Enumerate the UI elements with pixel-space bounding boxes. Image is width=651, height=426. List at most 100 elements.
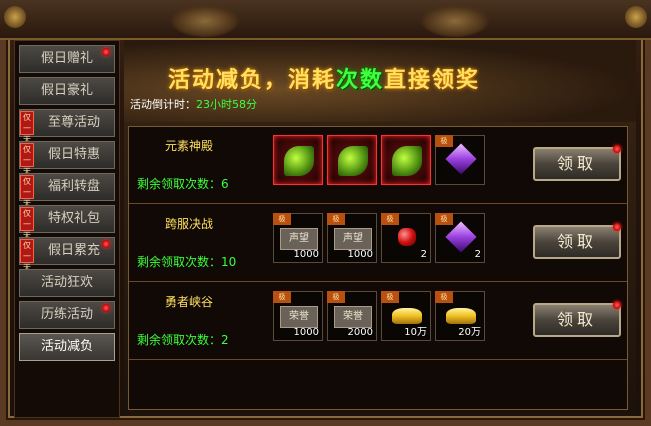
crystal-icon <box>445 221 477 253</box>
token-item-icon: 声望 <box>334 228 372 250</box>
reward-item-slot[interactable] <box>327 135 377 185</box>
reward-item-slot[interactable]: 极 <box>435 135 485 185</box>
sidebar-tab-label: 活动减负 <box>40 339 93 354</box>
banner-title-highlight: 次数 <box>336 68 385 93</box>
limited-day-badge: 仅一天 <box>20 111 34 144</box>
sidebar-tab-label: 假日累充 <box>47 243 100 258</box>
countdown-value: 23小时58分 <box>196 98 257 111</box>
limited-day-badge: 仅一天 <box>20 143 34 176</box>
reward-item-slot[interactable]: 极 20万 <box>435 291 485 341</box>
ingot-icon <box>392 308 422 324</box>
notification-dot-icon <box>613 223 621 231</box>
limited-day-badge: 仅一天 <box>20 207 34 240</box>
reward-item-slot[interactable]: 极 10万 <box>381 291 431 341</box>
item-quantity: 20万 <box>458 327 481 338</box>
sidebar-tab[interactable]: 假日豪礼 <box>19 77 115 105</box>
banner-title-part3: 直接领奖 <box>384 68 481 93</box>
item-rarity-badge: 极 <box>435 135 453 147</box>
row-title: 元素神殿 <box>165 139 214 153</box>
token-item-icon: 荣誉 <box>280 306 318 328</box>
reward-row: 元素神殿剩余领取次数：6 极领取 <box>129 127 627 204</box>
sidebar-tab-label: 假日豪礼 <box>40 83 93 98</box>
item-quantity: 1000 <box>347 249 373 260</box>
countdown: 活动倒计时：23小时58分 <box>130 96 257 112</box>
sidebar-tab-label: 至尊活动 <box>47 115 100 130</box>
corner-ornament-icon <box>625 6 647 28</box>
row-title: 勇者峡谷 <box>165 295 214 309</box>
top-bar <box>0 0 651 40</box>
sidebar-tab[interactable]: 仅一天 假日累充 <box>19 237 115 272</box>
sidebar-tab-label: 福利转盘 <box>47 179 100 194</box>
notification-dot-icon <box>102 240 110 248</box>
item-rarity-badge: 极 <box>273 291 291 303</box>
item-quantity: 2 <box>420 249 427 260</box>
sidebar-tab[interactable]: 仅一天 特权礼包 <box>19 205 115 240</box>
token-item-icon: 声望 <box>280 228 318 250</box>
remaining-count: 剩余领取次数：2 <box>137 333 229 347</box>
main-panel: 活动减负，消耗次数直接领奖 活动倒计时：23小时58分 元素神殿剩余领取次数：6… <box>124 40 636 416</box>
sidebar-tab[interactable]: 仅一天 福利转盘 <box>19 173 115 208</box>
reward-item-slot[interactable]: 极2 <box>381 213 431 263</box>
leaf-icon <box>338 146 368 176</box>
sidebar-tab-label: 假日特惠 <box>47 147 100 162</box>
item-rarity-badge: 极 <box>435 213 453 225</box>
leaf-icon <box>392 146 422 176</box>
notification-dot-icon <box>613 301 621 309</box>
reward-panel: 元素神殿 剩余领取次数：6 极领取 跨服决战 剩余领取次数：10 声望极 1000 声望极 10… <box>128 126 628 410</box>
reward-item-slot[interactable] <box>273 135 323 185</box>
item-rarity-badge: 极 <box>327 213 345 225</box>
remaining-count: 剩余领取次数：6 <box>137 177 229 191</box>
sidebar-tab-label: 活动狂欢 <box>40 275 93 290</box>
token-item-icon: 荣誉 <box>334 306 372 328</box>
sidebar-tab[interactable]: 仅一天 至尊活动 <box>19 109 115 144</box>
sidebar-tab-label: 历练活动 <box>40 307 93 322</box>
limited-day-badge: 仅一天 <box>20 239 34 272</box>
item-quantity: 2 <box>474 249 481 260</box>
reward-item-slot[interactable]: 荣誉 极 1000 <box>273 291 323 341</box>
notification-dot-icon <box>613 145 621 153</box>
reward-item-slot[interactable]: 极2 <box>435 213 485 263</box>
limited-day-badge: 仅一天 <box>20 175 34 208</box>
sidebar-tab[interactable]: 历练活动 <box>19 301 115 329</box>
sidebar-tab[interactable]: 活动减负 <box>19 333 115 361</box>
sidebar-tab[interactable]: 仅一天 假日特惠 <box>19 141 115 176</box>
item-rarity-badge: 极 <box>273 213 291 225</box>
item-rarity-badge: 极 <box>381 213 399 225</box>
reward-item-slot[interactable]: 声望 极 1000 <box>273 213 323 263</box>
sidebar: 假日赠礼 假日豪礼 仅一天 至尊活动 仅一天 假日特惠 仅一天 福利转盘 仅一天 特权礼包 仅一天假… <box>14 40 120 418</box>
crystal-icon <box>445 143 477 175</box>
claim-button[interactable]: 领取 <box>533 147 621 181</box>
countdown-label: 活动倒计时： <box>130 98 196 111</box>
banner: 活动减负，消耗次数直接领奖 活动倒计时：23小时58分 <box>124 40 636 122</box>
claim-button[interactable]: 领取 <box>533 225 621 259</box>
sidebar-tab[interactable]: 假日赠礼 <box>19 45 115 73</box>
dragon-ornament-icon <box>420 4 490 38</box>
corner-ornament-icon <box>4 6 26 28</box>
reward-item-slot[interactable]: 声望 极 1000 <box>327 213 377 263</box>
notification-dot-icon <box>102 304 110 312</box>
reward-item-slot[interactable] <box>381 135 431 185</box>
ingot-icon <box>446 308 476 324</box>
leaf-icon <box>284 146 314 176</box>
item-quantity: 10万 <box>404 327 427 338</box>
reward-row: 勇者峡谷 剩余领取次数：2 荣誉极 1000 荣誉极 2000 极 10万极 20万 领取 <box>129 283 627 360</box>
item-quantity: 1000 <box>293 327 319 338</box>
ruby-icon <box>398 228 416 246</box>
claim-button[interactable]: 领取 <box>533 303 621 337</box>
item-quantity: 2000 <box>347 327 373 338</box>
sidebar-tab-label: 假日赠礼 <box>40 51 93 66</box>
dragon-ornament-icon <box>170 4 240 38</box>
item-rarity-badge: 极 <box>327 291 345 303</box>
remaining-count: 剩余领取次数：10 <box>137 255 237 269</box>
item-rarity-badge: 极 <box>435 291 453 303</box>
sidebar-tab-label: 特权礼包 <box>47 211 100 226</box>
item-rarity-badge: 极 <box>381 291 399 303</box>
reward-row: 跨服决战 剩余领取次数：10 声望极 1000 声望极 1000 极 2 极 2 领取 <box>129 205 627 282</box>
item-quantity: 1000 <box>293 249 319 260</box>
sidebar-tab[interactable]: 活动狂欢 <box>19 269 115 297</box>
row-title: 跨服决战 <box>165 217 214 231</box>
notification-dot-icon <box>102 48 110 56</box>
banner-title-part1: 活动减负，消耗 <box>168 68 337 93</box>
banner-title: 活动减负，消耗次数直接领奖 <box>168 62 480 94</box>
reward-item-slot[interactable]: 荣誉 极 2000 <box>327 291 377 341</box>
